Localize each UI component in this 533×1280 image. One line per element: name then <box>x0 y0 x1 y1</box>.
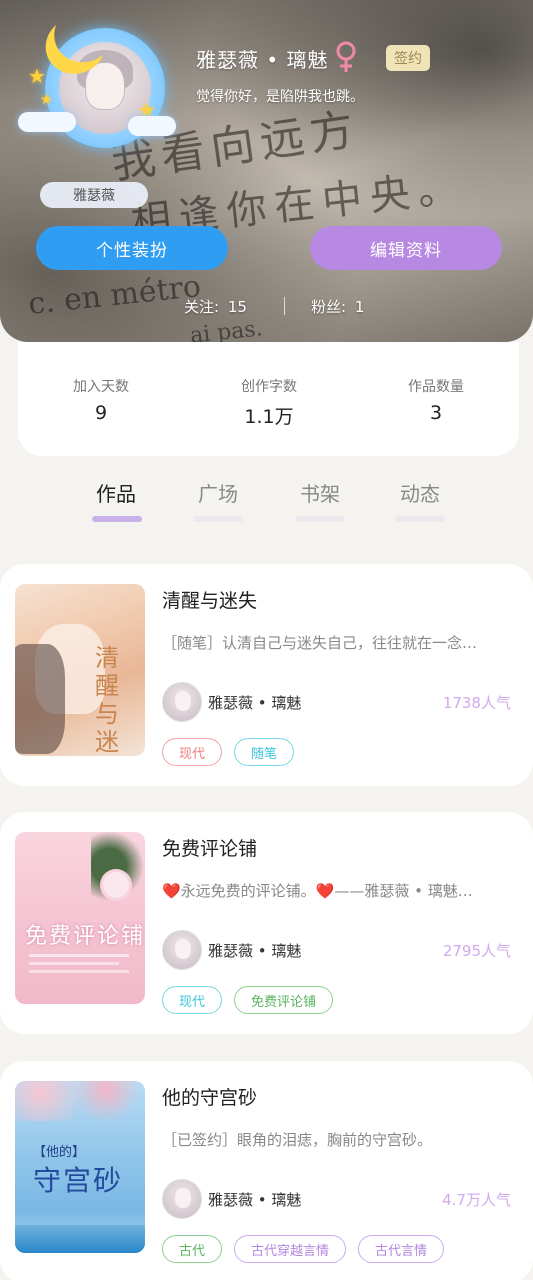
tag[interactable]: 古代言情 <box>358 1235 445 1263</box>
tab-moments[interactable]: 动态 <box>390 478 450 507</box>
dress-up-button[interactable]: 个性装扮 <box>36 226 228 270</box>
nickname-tag: 雅瑟薇 <box>40 182 148 208</box>
work-cover[interactable]: 免费评论铺 <box>15 832 145 1004</box>
tag-list: 现代 随笔 <box>162 738 295 766</box>
fans-label: 粉丝: <box>311 298 347 316</box>
tag-list: 现代 免费评论铺 <box>162 986 334 1014</box>
divider <box>284 297 285 315</box>
author-avatar[interactable] <box>162 930 202 970</box>
female-gender-icon <box>336 41 356 72</box>
popularity-count: 2795人气 <box>442 942 511 960</box>
tab-bookshelf[interactable]: 书架 <box>290 478 350 507</box>
fans-link[interactable]: 粉丝: 1 <box>311 296 364 317</box>
tag[interactable]: 免费评论铺 <box>234 986 334 1014</box>
cover-subtitle: 【他的】 <box>33 1145 86 1160</box>
author-avatar[interactable] <box>162 1179 202 1219</box>
star-icon: ★ <box>28 64 46 88</box>
cover-title: 清醒与迷失 <box>95 644 119 756</box>
signed-badge: 签约 <box>386 45 430 71</box>
stat-value: 9 <box>94 402 108 424</box>
cover-title: 守宫砂 <box>33 1164 124 1197</box>
work-card[interactable]: 免费评论铺 免费评论铺 ❤️永远免费的评论铺。❤️——雅瑟薇 • 璃魅… 雅瑟薇… <box>0 812 533 1034</box>
popularity-count: 1738人气 <box>442 694 511 712</box>
profile-header: 我看向远方 相逢你在中央。 c. en métro ai pas. ★ ★ ★ … <box>0 0 533 342</box>
work-description: ［随笔］认清自己与迷失自己，往往就在一念… <box>162 634 478 652</box>
cover-title: 免费评论铺 <box>25 924 145 949</box>
stats-card: 加入天数 9 创作字数 1.1万 作品数量 3 <box>18 342 519 456</box>
work-title[interactable]: 免费评论铺 <box>162 834 257 861</box>
work-title[interactable]: 他的守宫砂 <box>162 1083 257 1110</box>
popularity-count: 4.7万人气 <box>442 1191 511 1209</box>
author-avatar[interactable] <box>162 682 202 722</box>
stat-value: 3 <box>429 402 443 424</box>
tag-list: 古代 古代穿越言情 古代言情 <box>162 1235 445 1263</box>
stat-label: 创作字数 <box>241 379 297 395</box>
stat-label: 作品数量 <box>408 379 464 395</box>
profile-tabs: 作品 广场 书架 动态 <box>0 474 533 524</box>
tag[interactable]: 现代 <box>162 738 223 766</box>
following-count: 15 <box>227 298 247 316</box>
tag[interactable]: 现代 <box>162 986 223 1014</box>
author-name: 雅瑟薇 • 璃魅 <box>208 694 302 712</box>
author-name: 雅瑟薇 • 璃魅 <box>208 942 302 960</box>
tag[interactable]: 随笔 <box>234 738 295 766</box>
stat-word-count: 创作字数 1.1万 <box>209 376 329 429</box>
tag[interactable]: 古代穿越言情 <box>234 1235 347 1263</box>
work-description: ❤️永远免费的评论铺。❤️——雅瑟薇 • 璃魅… <box>162 882 473 900</box>
work-cover[interactable]: 清醒与迷失 <box>15 584 145 756</box>
stat-label: 加入天数 <box>73 379 129 395</box>
cloud-decoration <box>18 112 76 132</box>
cloud-decoration <box>128 116 176 136</box>
stat-works-count: 作品数量 3 <box>376 376 496 424</box>
stat-join-days: 加入天数 9 <box>41 376 161 424</box>
fans-count: 1 <box>354 298 365 316</box>
work-description: ［已签约］眼角的泪痣，胸前的守宫砂。 <box>162 1131 433 1149</box>
user-motto: 觉得你好，是陷阱我也跳。 <box>196 89 364 105</box>
work-card[interactable]: 清醒与迷失 清醒与迷失 ［随笔］认清自己与迷失自己，往往就在一念… 雅瑟薇 • … <box>0 564 533 786</box>
edit-profile-button[interactable]: 编辑资料 <box>310 226 502 270</box>
tab-works[interactable]: 作品 <box>86 478 146 507</box>
active-tab-indicator <box>92 516 142 522</box>
user-name: 雅瑟薇 • 璃魅 <box>196 48 329 72</box>
following-link[interactable]: 关注: 15 <box>184 296 247 317</box>
tag[interactable]: 古代 <box>162 1235 223 1263</box>
author-name: 雅瑟薇 • 璃魅 <box>208 1191 302 1209</box>
star-icon: ★ <box>40 92 53 108</box>
tab-square[interactable]: 广场 <box>188 478 248 507</box>
work-title[interactable]: 清醒与迷失 <box>162 586 257 613</box>
work-cover[interactable]: 【他的】 守宫砂 <box>15 1081 145 1253</box>
work-card[interactable]: 【他的】 守宫砂 他的守宫砂 ［已签约］眼角的泪痣，胸前的守宫砂。 雅瑟薇 • … <box>0 1061 533 1280</box>
stat-value: 1.1万 <box>244 406 294 428</box>
following-label: 关注: <box>184 298 220 316</box>
